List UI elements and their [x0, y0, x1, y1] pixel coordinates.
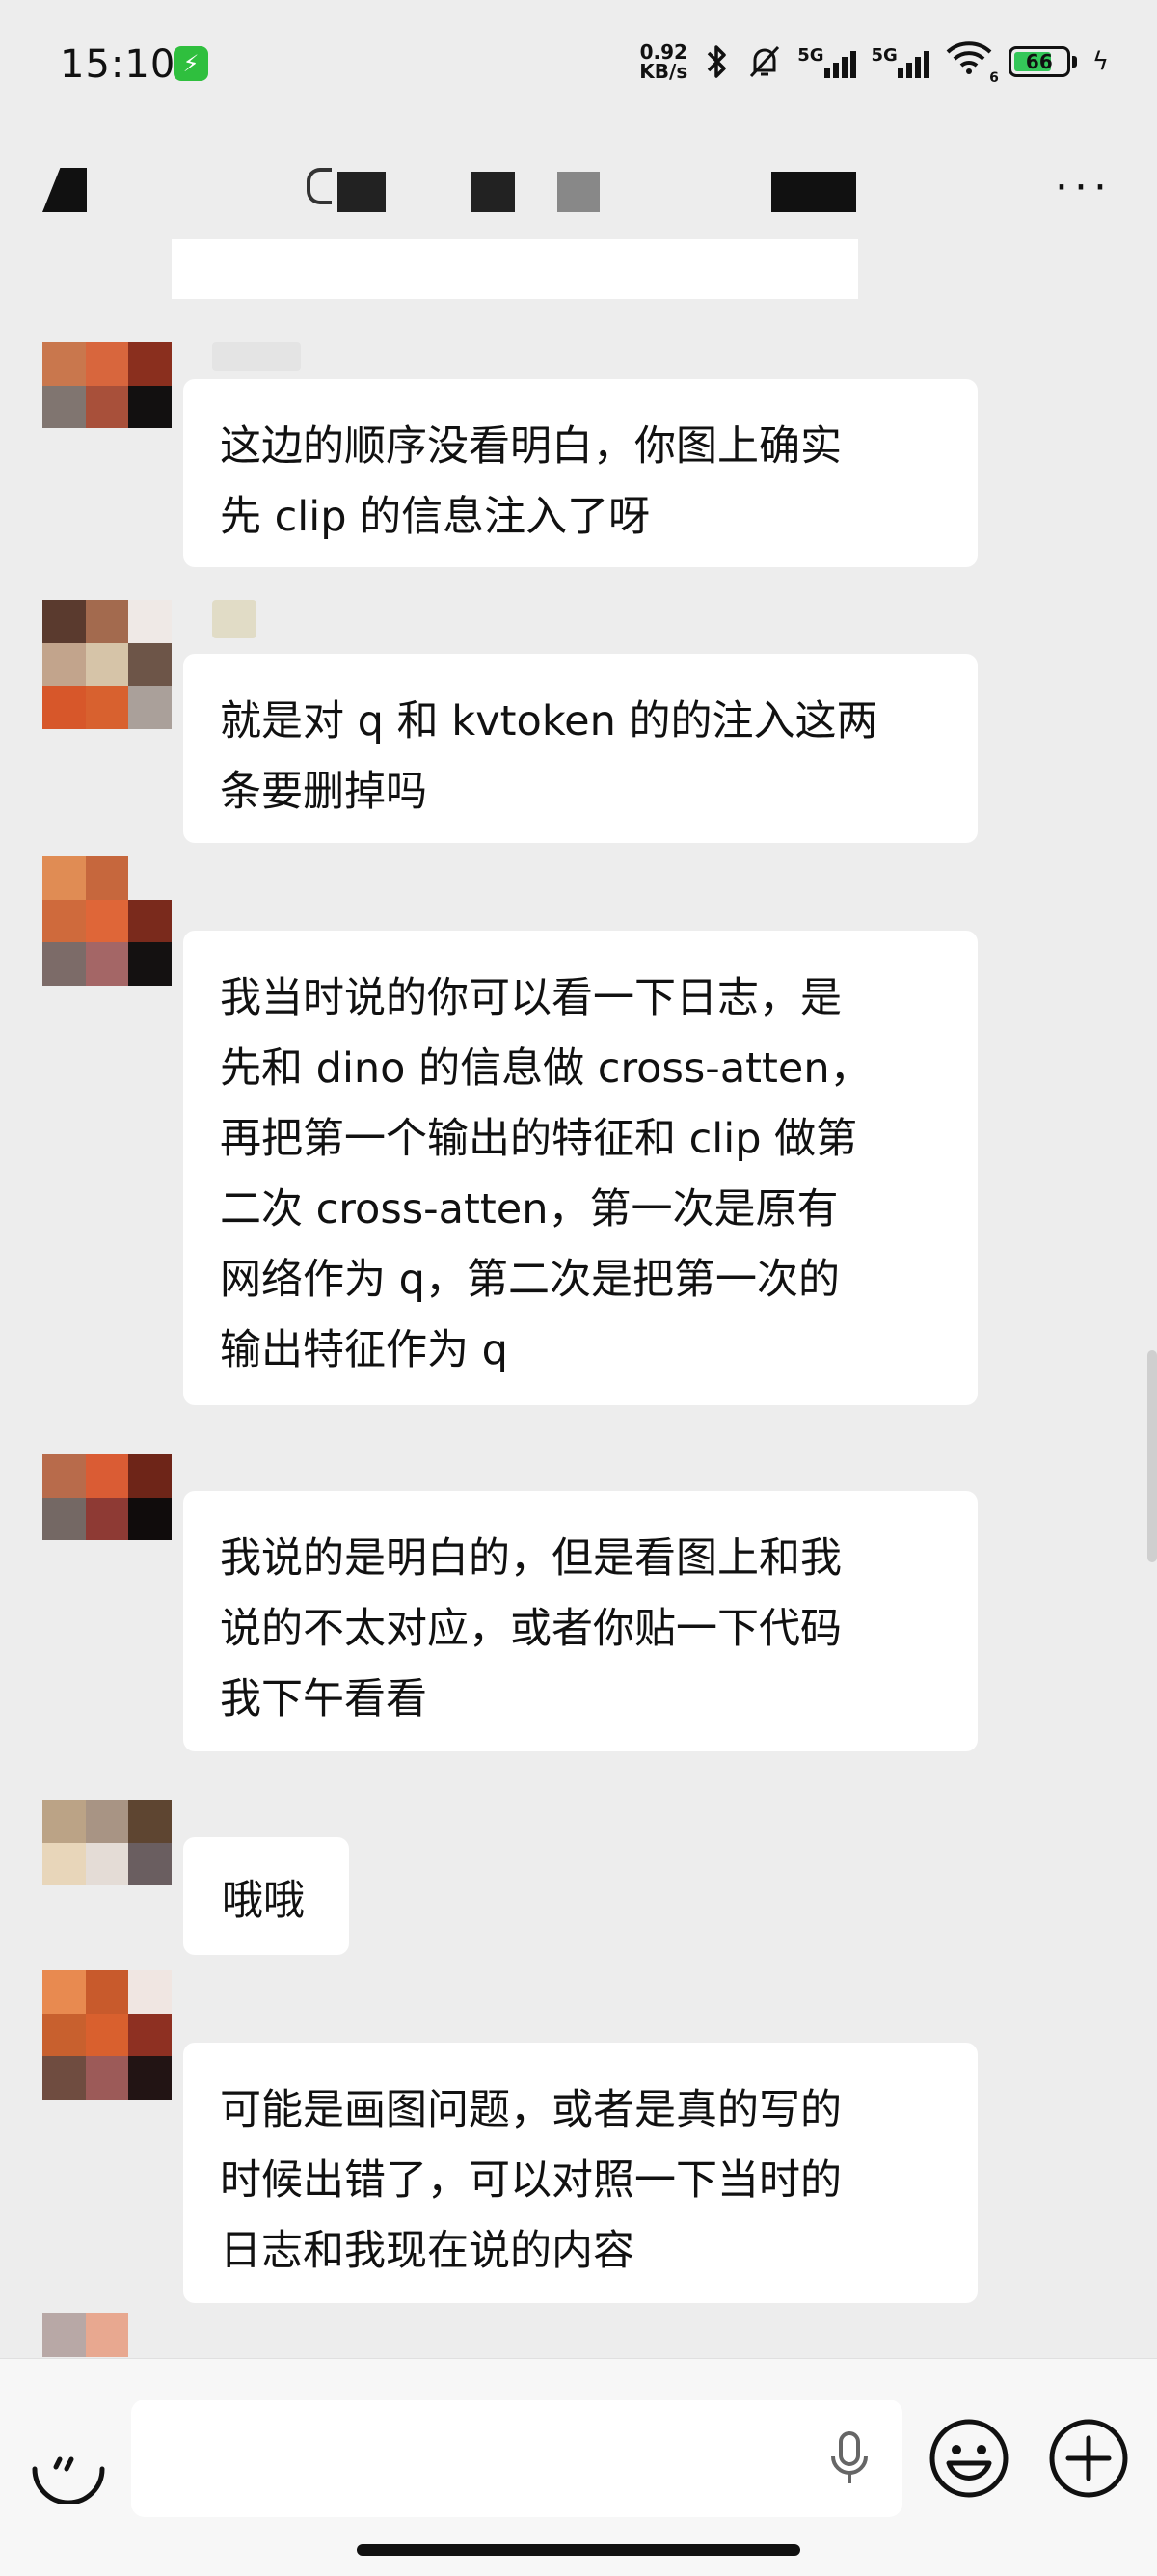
message-text: 哦哦 [222, 1877, 305, 1925]
message-text: 可能是画图问题，或者是真的写的 时候出错了，可以对照一下当时的 日志和我现在说的… [220, 2086, 842, 2275]
redacted-title-block [771, 172, 856, 212]
wifi: 6 [945, 41, 999, 86]
message-text-input[interactable] [131, 2400, 902, 2517]
network-speed: 0.92 KB/s [639, 42, 687, 81]
message-bubble[interactable]: 我当时说的你可以看一下日志，是 先和 dino 的信息做 cross-atten… [183, 931, 978, 1405]
avatar[interactable] [42, 1970, 172, 2100]
chat-scrollbar[interactable] [1147, 1350, 1157, 1562]
charging-icon: ϟ [1091, 46, 1109, 76]
add-attachment-icon[interactable] [1047, 2417, 1130, 2500]
avatar[interactable] [42, 2313, 172, 2357]
status-icons: 0.92 KB/s 5G 5G 6 66 ϟ [639, 41, 1109, 86]
message-text: 这边的顺序没看明白，你图上确实 先 clip 的信息注入了呀 [220, 422, 842, 541]
signal-1: 5G [797, 44, 856, 78]
voice-toggle-icon[interactable] [27, 2421, 110, 2504]
bluetooth-icon [707, 44, 726, 78]
more-options-button[interactable]: ··· [1055, 167, 1113, 209]
signal-1-label: 5G [797, 44, 824, 66]
redacted-title-block [471, 172, 515, 212]
bell-muted-icon [750, 45, 780, 77]
status-bar: 15:10 ⚡ 0.92 KB/s 5G 5G 6 66 ϟ [0, 0, 1157, 125]
battery-tip [1071, 55, 1077, 68]
sender-name-redacted [212, 342, 301, 371]
message-bubble[interactable]: 可能是画图问题，或者是真的写的 时候出错了，可以对照一下当时的 日志和我现在说的… [183, 2043, 978, 2303]
network-speed-unit: KB/s [639, 59, 688, 83]
message-bubble[interactable]: 就是对 q 和 kvtoken 的的注入这两 条要删掉吗 [183, 654, 978, 843]
sender-name-redacted [212, 600, 256, 638]
signal-2-label: 5G [871, 44, 898, 66]
chat-title-bar: ··· [0, 135, 1157, 241]
battery-icon: 66 [1008, 45, 1070, 77]
avatar[interactable] [42, 600, 172, 729]
redacted-title-block [337, 172, 386, 212]
wifi-icon [946, 41, 992, 74]
avatar[interactable] [42, 342, 172, 472]
message-bubble-partial[interactable] [172, 239, 858, 299]
battery-saver-icon: ⚡ [174, 46, 208, 81]
avatar[interactable] [42, 856, 172, 986]
signal-2: 5G [872, 45, 929, 78]
avatar[interactable] [42, 1454, 172, 1584]
redacted-title-block [557, 172, 600, 212]
home-indicator[interactable] [357, 2544, 800, 2556]
message-text: 我说的是明白的，但是看图上和我 说的不太对应，或者你贴一下代码 我下午看看 [220, 1534, 842, 1723]
signal-bars-1-icon [823, 45, 856, 78]
battery-level: 66 [1025, 49, 1053, 73]
message-text: 我当时说的你可以看一下日志，是 先和 dino 的信息做 cross-atten… [220, 974, 872, 1374]
back-button[interactable] [42, 168, 87, 212]
message-text: 就是对 q 和 kvtoken 的的注入这两 条要删掉吗 [220, 697, 878, 816]
signal-bars-2-icon [897, 45, 929, 78]
emoji-icon[interactable] [928, 2417, 1010, 2500]
wifi-label: 6 [989, 70, 999, 86]
microphone-icon[interactable] [827, 2429, 872, 2487]
message-bubble[interactable]: 这边的顺序没看明白，你图上确实 先 clip 的信息注入了呀 [183, 379, 978, 567]
status-time: 15:10 [60, 42, 176, 87]
message-bubble[interactable]: 哦哦 [183, 1837, 349, 1955]
redacted-title-block [307, 168, 332, 204]
message-bubble[interactable]: 我说的是明白的，但是看图上和我 说的不太对应，或者你贴一下代码 我下午看看 [183, 1491, 978, 1751]
network-speed-value: 0.92 [639, 40, 687, 64]
avatar[interactable] [42, 1800, 172, 1929]
